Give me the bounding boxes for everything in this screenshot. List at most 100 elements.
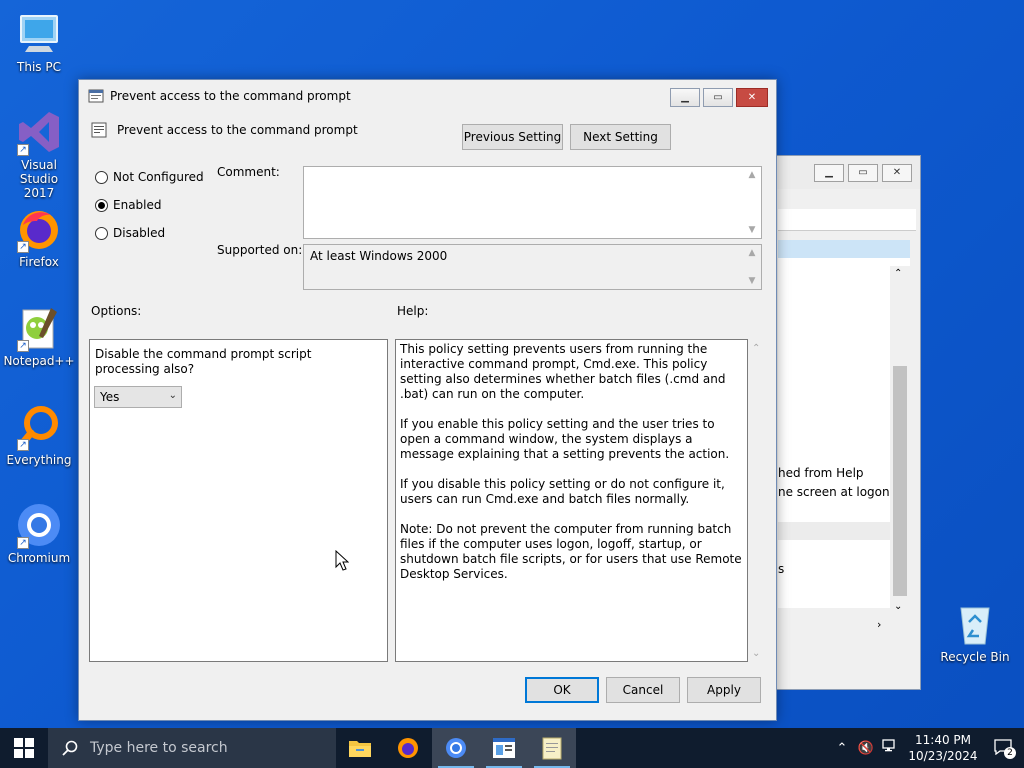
radio-disabled[interactable]: Disabled <box>95 226 165 240</box>
chevron-up-icon[interactable]: ⌃ <box>830 741 854 756</box>
radio-selected-icon <box>95 198 108 212</box>
chevron-down-icon[interactable]: ⌄ <box>894 601 902 612</box>
next-setting-button[interactable]: Next Setting <box>570 124 671 150</box>
desktop-icon-recycle-bin[interactable]: Recycle Bin <box>935 600 1015 664</box>
folder-icon <box>349 741 371 757</box>
radio-not-configured[interactable]: Not Configured <box>95 170 204 184</box>
taskbar: Type here to search ⌃ 🔇 11:40 PM 10/23/2… <box>0 728 1024 768</box>
minimize-button[interactable]: ▁ <box>670 88 700 107</box>
desktop-icon-label: This PC <box>17 60 61 74</box>
ok-button[interactable]: OK <box>525 677 599 703</box>
dialog-title: Prevent access to the command prompt <box>110 88 351 103</box>
firefox-icon: ↗ <box>15 205 63 253</box>
minimize-icon[interactable]: ▁ <box>814 164 844 182</box>
radio-enabled[interactable]: Enabled <box>95 198 162 212</box>
chevron-up-icon[interactable]: ▲ <box>744 246 760 260</box>
desktop-icon-notepadpp[interactable]: ↗ Notepad++ <box>0 304 78 368</box>
supported-on-field: At least Windows 2000 ▲ ▼ <box>303 244 762 290</box>
desktop-icon-visual-studio[interactable]: ↗ Visual Studio 2017 <box>0 108 78 200</box>
vertical-scrollbar[interactable]: ⌃ ⌄ <box>890 266 910 616</box>
taskbar-firefox[interactable] <box>384 728 432 768</box>
maximize-icon[interactable]: ▭ <box>848 164 878 182</box>
desktop-icon-label: Visual Studio 2017 <box>19 158 59 200</box>
supported-scrollbar[interactable]: ▲ ▼ <box>744 246 760 288</box>
list-item[interactable] <box>778 240 910 258</box>
mouse-cursor-icon <box>335 550 349 571</box>
chevron-up-icon[interactable]: ⌃ <box>894 268 902 279</box>
help-text: This policy setting prevents users from … <box>400 342 742 597</box>
search-icon <box>62 740 78 756</box>
firefox-icon <box>398 738 418 758</box>
script-processing-select[interactable]: Yes ⌄ <box>94 386 182 408</box>
radio-icon <box>95 170 108 184</box>
policy-header: Prevent access to the command prompt <box>91 122 358 138</box>
radio-label: Not Configured <box>113 170 204 184</box>
radio-label: Disabled <box>113 226 166 240</box>
scrollbar-thumb[interactable] <box>893 366 907 596</box>
help-paragraph: This policy setting prevents users from … <box>400 342 726 401</box>
taskbar-search-box[interactable]: Type here to search <box>48 728 336 768</box>
list-item[interactable]: hed from Help <box>778 466 864 480</box>
clock-date: 10/23/2024 <box>908 749 978 763</box>
supported-on-value: At least Windows 2000 <box>310 249 448 263</box>
recycle-bin-icon <box>951 600 999 648</box>
comment-scrollbar[interactable]: ▲ ▼ <box>744 168 760 237</box>
windows-logo-icon <box>14 738 34 758</box>
comment-textarea[interactable]: ▲ ▼ <box>303 166 762 239</box>
chevron-down-icon[interactable]: ⌄ <box>752 648 760 659</box>
desktop-icon-label: Everything <box>6 453 72 467</box>
notepad-icon <box>542 737 562 760</box>
taskbar-chromium[interactable] <box>432 728 480 768</box>
background-window-titlebar: ▁ ▭ ✕ <box>777 156 920 189</box>
close-icon[interactable]: ✕ <box>882 164 912 182</box>
chevron-up-icon[interactable]: ⌃ <box>752 343 760 354</box>
previous-setting-button[interactable]: Previous Setting <box>462 124 563 150</box>
policy-icon <box>88 89 104 102</box>
notification-count: 2 <box>1004 747 1016 759</box>
background-editor-window[interactable]: ▁ ▭ ✕ hed from Help ne screen at logon s… <box>776 155 921 690</box>
list-item[interactable]: ne screen at logon <box>778 485 890 499</box>
volume-muted-icon[interactable]: 🔇 <box>854 741 878 756</box>
taskbar-clock[interactable]: 11:40 PM 10/23/2024 <box>902 732 984 764</box>
help-paragraph: If you disable this policy setting or do… <box>400 477 725 506</box>
desktop-icon-everything[interactable]: ↗ Everything <box>0 403 78 467</box>
cancel-button[interactable]: Cancel <box>606 677 680 703</box>
action-center-button[interactable]: 2 <box>984 739 1024 759</box>
chromium-icon <box>446 738 466 758</box>
desktop-icon-firefox[interactable]: ↗ Firefox <box>0 205 78 269</box>
network-icon[interactable] <box>878 739 902 757</box>
desktop-icon-label: Recycle Bin <box>940 650 1010 664</box>
chevron-up-icon[interactable]: ▲ <box>744 168 760 182</box>
close-button[interactable]: ✕ <box>736 88 768 107</box>
desktop-icon-this-pc[interactable]: This PC <box>0 10 78 74</box>
options-panel: Disable the command prompt script proces… <box>89 339 388 662</box>
notepadpp-icon: ↗ <box>15 304 63 352</box>
taskbar-group-policy-editor[interactable] <box>480 728 528 768</box>
help-paragraph: Note: Do not prevent the computer from r… <box>400 522 742 581</box>
chromium-icon: ↗ <box>15 501 63 549</box>
maximize-button[interactable]: ▭ <box>703 88 733 107</box>
taskbar-file-explorer[interactable] <box>336 728 384 768</box>
minimize-icon: ▁ <box>681 92 689 103</box>
everything-search-icon: ↗ <box>15 403 63 451</box>
option-description: Disable the command prompt script proces… <box>95 347 312 376</box>
chevron-right-icon[interactable]: › <box>877 618 881 631</box>
chevron-down-icon[interactable]: ▼ <box>744 223 760 237</box>
visual-studio-icon: ↗ <box>15 108 63 156</box>
options-label: Options: <box>91 304 142 318</box>
help-panel[interactable]: This policy setting prevents users from … <box>395 339 748 662</box>
dialog-titlebar[interactable]: Prevent access to the command prompt ▁ ▭… <box>79 80 776 111</box>
list-item[interactable]: s <box>778 562 784 576</box>
start-button[interactable] <box>0 728 48 768</box>
desktop-icon-chromium[interactable]: ↗ Chromium <box>0 501 78 565</box>
setting-icon <box>91 122 107 138</box>
apply-button[interactable]: Apply <box>687 677 761 703</box>
search-placeholder: Type here to search <box>90 740 228 756</box>
clock-time: 11:40 PM <box>915 733 971 747</box>
policy-editor-icon <box>493 738 515 758</box>
chevron-down-icon[interactable]: ▼ <box>744 274 760 288</box>
background-window-toolbar <box>778 209 916 231</box>
taskbar-notepad[interactable] <box>528 728 576 768</box>
comment-label: Comment: <box>217 165 280 179</box>
help-scrollbar[interactable]: ⌃ ⌄ <box>751 341 765 661</box>
